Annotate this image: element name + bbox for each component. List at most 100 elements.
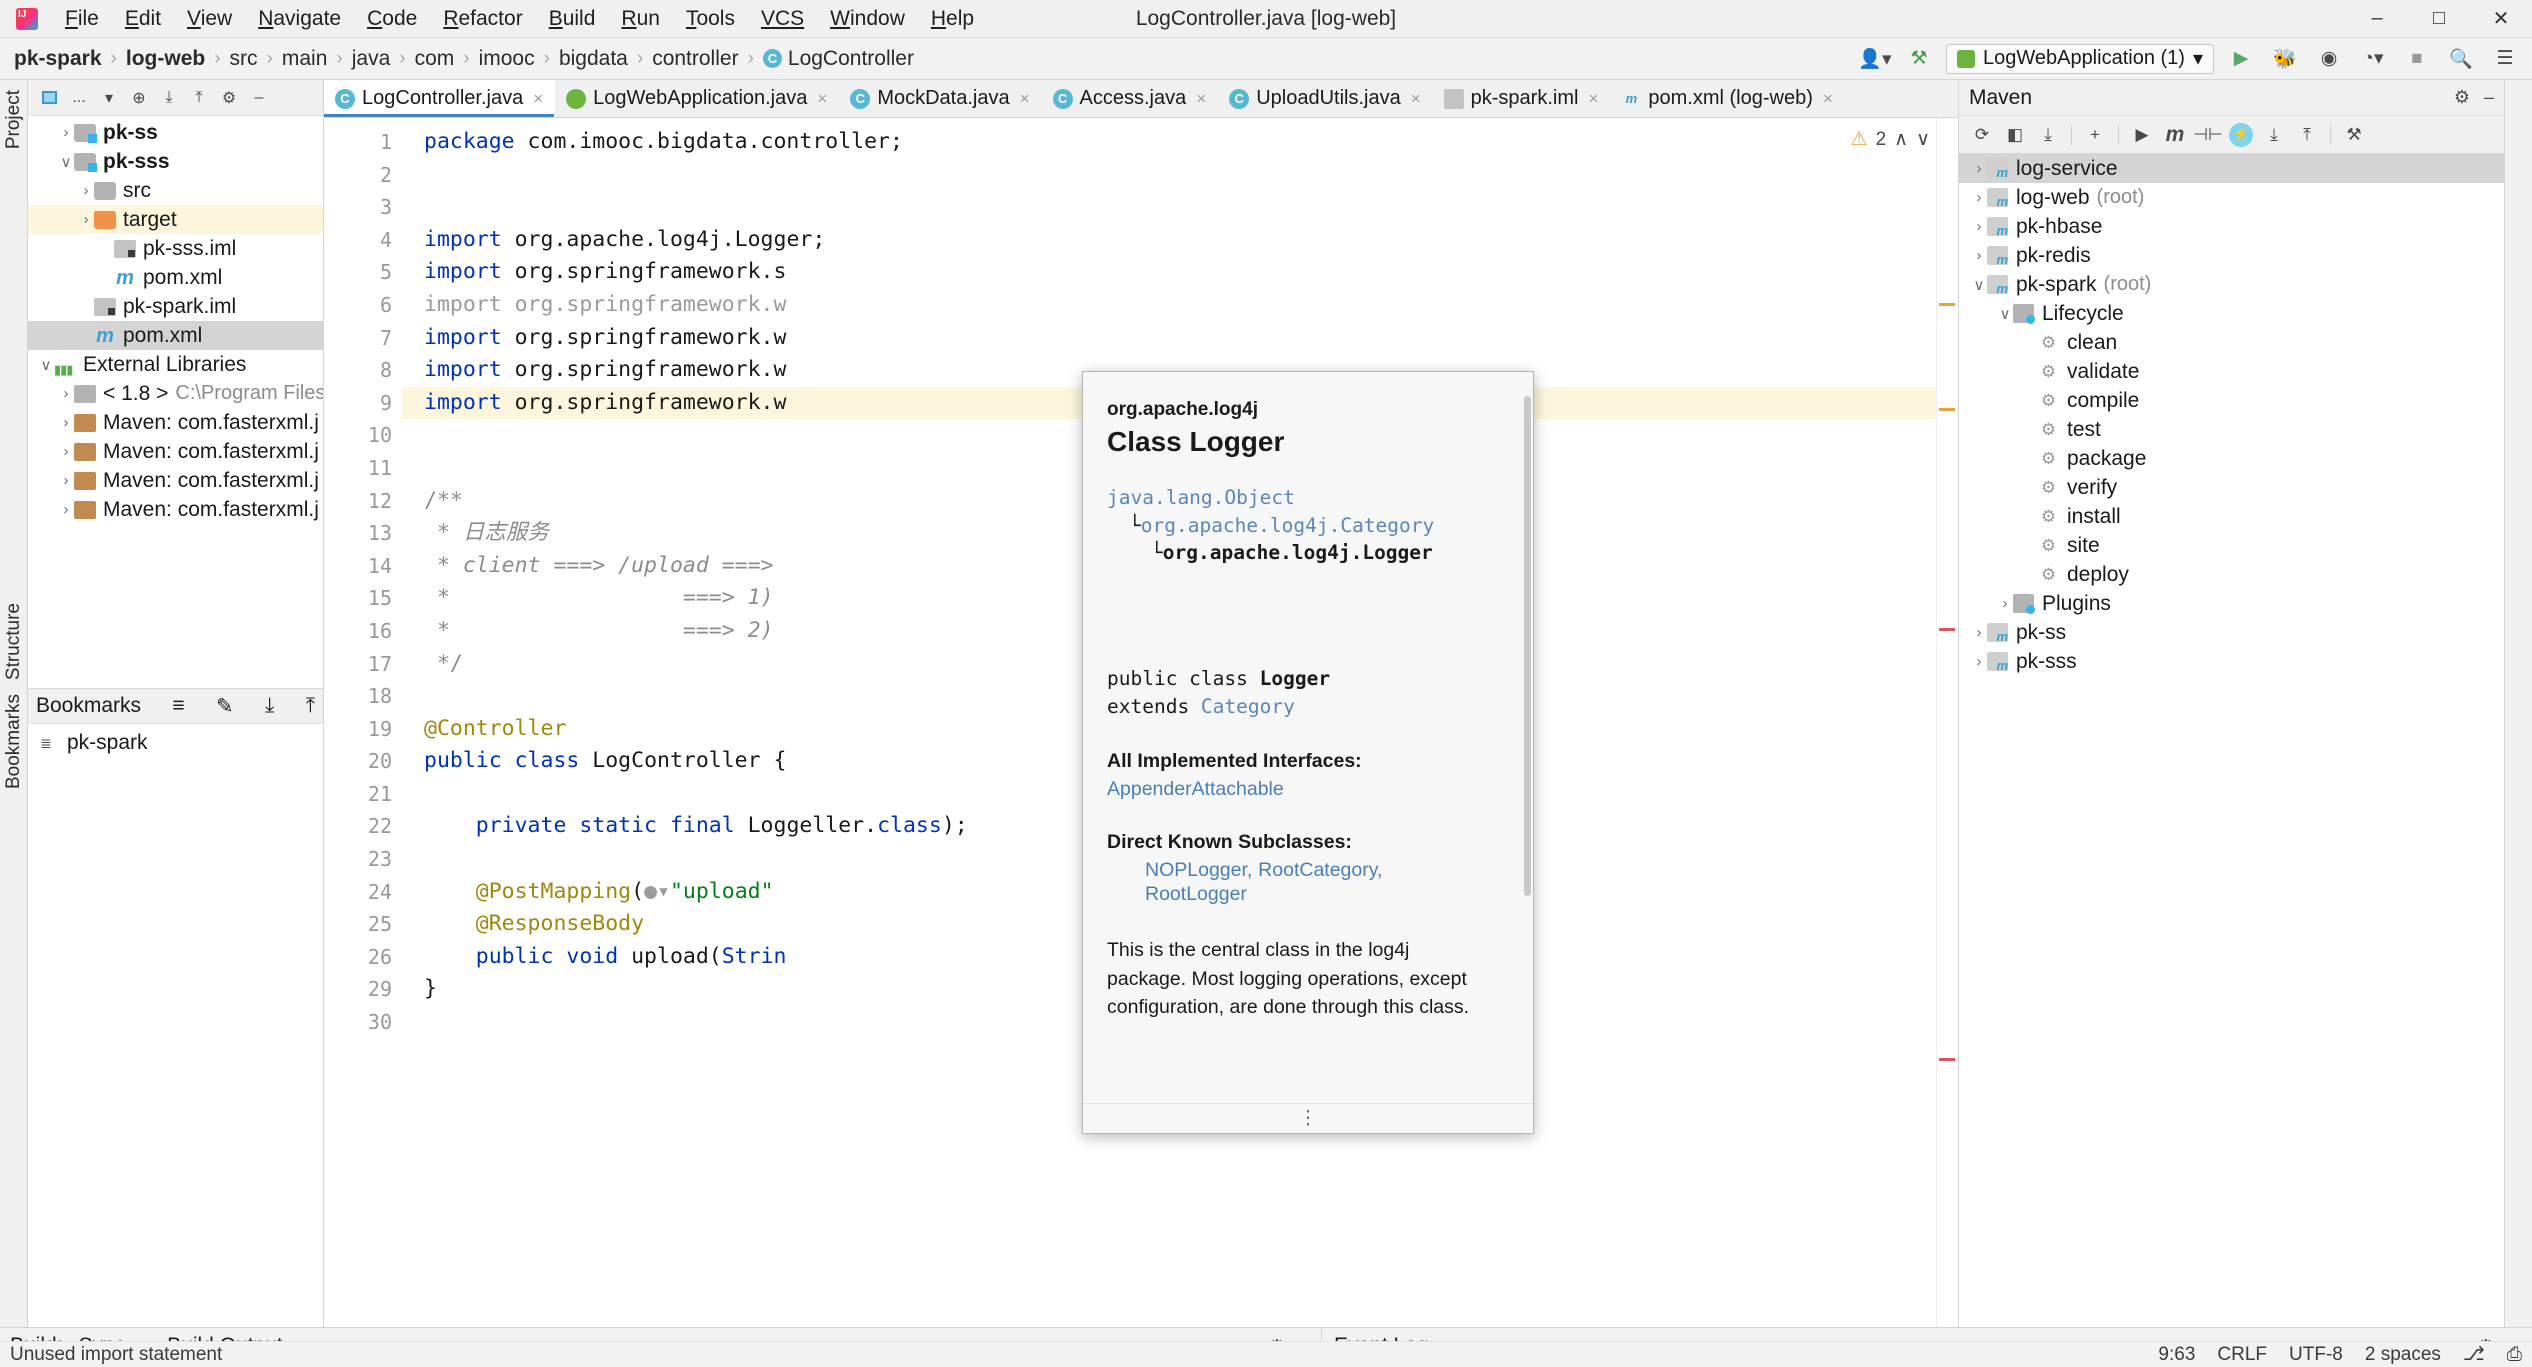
- chevron-down-icon[interactable]: ▾: [2193, 46, 2203, 71]
- project-tree[interactable]: ›pk-ss∨pk-sss›src›target›pk-sss.iml›mpom…: [28, 116, 323, 688]
- maven-tree-row[interactable]: ›⚙ test: [1959, 415, 2504, 444]
- lock-icon[interactable]: ⎙: [2507, 1344, 2522, 1366]
- collapse-all-icon[interactable]: ⤒: [186, 85, 212, 111]
- menu-item-view[interactable]: View: [174, 3, 245, 35]
- expand-arrow-icon[interactable]: ›: [1971, 653, 1987, 670]
- expand-arrow-icon[interactable]: ›: [2023, 450, 2039, 467]
- close-icon[interactable]: ×: [1411, 89, 1421, 109]
- doc-subclass-link-3[interactable]: RootLogger: [1145, 883, 1247, 905]
- expand-arrow-icon[interactable]: ›: [78, 182, 94, 199]
- menu-item-navigate[interactable]: Navigate: [245, 3, 354, 35]
- run-maven-goal-icon[interactable]: ▶: [2127, 120, 2157, 150]
- caret-position[interactable]: 9:63: [2158, 1344, 2195, 1366]
- expand-arrow-icon[interactable]: ›: [78, 327, 94, 344]
- maven-tree-row[interactable]: ›⚙ site: [1959, 531, 2504, 560]
- breadcrumb-item-imooc[interactable]: imooc: [479, 47, 535, 71]
- project-tree-row[interactable]: › < 1.8 > C:\Program Files: [28, 379, 324, 408]
- run-with-coverage-button[interactable]: ◉: [2312, 44, 2346, 74]
- inspection-widget[interactable]: ⚠ 2 ∧ ∨: [1851, 128, 1930, 151]
- menu-bar[interactable]: File Edit View Navigate Code Refactor Build Run…: [52, 3, 987, 35]
- expand-arrow-icon[interactable]: ›: [2023, 508, 2039, 525]
- run-configuration-selector[interactable]: LogWebApplication (1) ▾: [1945, 43, 2214, 74]
- prev-problem-icon[interactable]: ∧: [1894, 128, 1908, 151]
- code-line[interactable]: [402, 191, 1936, 224]
- expand-arrow-icon[interactable]: ›: [1971, 624, 1987, 641]
- skip-tests-icon[interactable]: ⊣⊢: [2193, 120, 2223, 150]
- close-icon[interactable]: ×: [1588, 89, 1598, 109]
- breadcrumb-item-main[interactable]: main: [282, 47, 328, 71]
- code-line[interactable]: ⊖import org.apache.log4j.Logger;: [402, 224, 1936, 257]
- project-toolbar[interactable]: ... ▾ ⊕ ⤓ ⤒ ⚙ –: [28, 80, 323, 116]
- breadcrumb-item-log-web[interactable]: log-web: [126, 47, 205, 71]
- maven-tree-row[interactable]: ›⚙ validate: [1959, 357, 2504, 386]
- execute-maven-goal-icon[interactable]: m: [2160, 120, 2190, 150]
- user-icon[interactable]: 👤▾: [1858, 44, 1892, 74]
- right-tool-strip[interactable]: [2504, 80, 2532, 1327]
- maven-toolbar[interactable]: ⟳ ◧ ⤓ + ▶ m ⊣⊢ ⚡ ⤓ ⤒ ⚒: [1959, 116, 2504, 154]
- expand-arrow-icon[interactable]: ›: [2023, 421, 2039, 438]
- bookmarks-expand-icon[interactable]: ⤓: [265, 694, 274, 718]
- scope-label[interactable]: ...: [66, 85, 92, 111]
- next-problem-icon[interactable]: ∨: [1916, 128, 1930, 151]
- close-icon[interactable]: ×: [1196, 89, 1206, 109]
- bookmarks-collapse-icon[interactable]: ⤒: [306, 694, 315, 718]
- editor-tab-bar[interactable]: C LogController.java × LogWebApplication.ja…: [324, 80, 1958, 118]
- editor-marker-ruler[interactable]: [1936, 118, 1958, 1327]
- expand-arrow-icon[interactable]: ›: [1971, 218, 1987, 235]
- editor-tab-pom-xml-log-web-[interactable]: m pom.xml (log-web) ×: [1610, 80, 1844, 117]
- maven-tree-row[interactable]: ›⚙ verify: [1959, 473, 2504, 502]
- hide-icon[interactable]: –: [2484, 87, 2494, 108]
- file-encoding[interactable]: UTF-8: [2289, 1344, 2343, 1366]
- menu-item-window[interactable]: Window: [817, 3, 918, 35]
- expand-arrow-icon[interactable]: ∨: [38, 356, 54, 374]
- bookmarks-sort-icon[interactable]: ≡: [172, 694, 184, 718]
- menu-item-code[interactable]: Code: [354, 3, 430, 35]
- menu-item-help[interactable]: Help: [918, 3, 987, 35]
- doc-more-icon[interactable]: ⋮: [1299, 1107, 1318, 1130]
- project-tree-row[interactable]: › Maven: com.fasterxml.j: [28, 495, 323, 524]
- expand-arrow-icon[interactable]: ∨: [1997, 305, 2013, 323]
- maven-tree-row[interactable]: › pk-hbase: [1959, 212, 2504, 241]
- add-maven-project-icon[interactable]: +: [2080, 120, 2110, 150]
- breadcrumb-item-com[interactable]: com: [415, 47, 455, 71]
- expand-arrow-icon[interactable]: ›: [78, 211, 94, 228]
- close-icon[interactable]: ×: [817, 89, 827, 109]
- search-icon[interactable]: 🔍: [2444, 44, 2478, 74]
- project-tree-row[interactable]: ›m pom.xml: [28, 321, 323, 350]
- doc-subclass-link-2[interactable]: RootCategory,: [1258, 859, 1382, 881]
- doc-interface-link[interactable]: AppenderAttachable: [1107, 778, 1284, 800]
- offline-mode-icon[interactable]: ⚡: [2226, 120, 2256, 150]
- project-tree-row[interactable]: › Maven: com.fasterxml.j: [28, 408, 323, 437]
- editor-tab-uploadutils-java[interactable]: C UploadUtils.java ×: [1218, 80, 1432, 117]
- profiler-button[interactable]: ◔▾: [2356, 44, 2390, 74]
- expand-arrow-icon[interactable]: ›: [1971, 247, 1987, 264]
- expand-arrow-icon[interactable]: ›: [98, 240, 114, 257]
- reload-all-icon[interactable]: ◧: [2000, 120, 2030, 150]
- expand-all-icon[interactable]: ⤓: [156, 85, 182, 111]
- close-button[interactable]: ✕: [2470, 0, 2532, 38]
- close-icon[interactable]: ×: [1020, 89, 1030, 109]
- expand-arrow-icon[interactable]: ›: [2023, 334, 2039, 351]
- doc-extends-link[interactable]: Category: [1201, 695, 1295, 718]
- project-tree-row[interactable]: › pk-ss: [28, 118, 323, 147]
- project-tree-row[interactable]: › Maven: com.fasterxml.j: [28, 466, 323, 495]
- maven-tree-row[interactable]: ›⚙ compile: [1959, 386, 2504, 415]
- expand-arrow-icon[interactable]: ›: [2023, 392, 2039, 409]
- expand-arrow-icon[interactable]: ›: [2023, 566, 2039, 583]
- debug-button[interactable]: 🐝: [2268, 44, 2302, 74]
- bookmarks-list[interactable]: ≣ pk-spark: [28, 724, 323, 757]
- expand-arrow-icon[interactable]: ›: [2023, 479, 2039, 496]
- expand-arrow-icon[interactable]: ∨: [1971, 276, 1987, 294]
- maven-settings-icon[interactable]: ⚒: [2339, 120, 2369, 150]
- maven-tree[interactable]: › log-service › log-web (root) › pk-hbase › pk-r…: [1959, 154, 2504, 1327]
- menu-item-file[interactable]: File: [52, 3, 112, 35]
- maximize-button[interactable]: □: [2408, 0, 2470, 38]
- maven-tree-row[interactable]: ∨ Lifecycle: [1959, 299, 2504, 328]
- tool-window-structure[interactable]: Structure: [3, 603, 25, 680]
- build-project-icon[interactable]: ⚒: [1902, 44, 1936, 74]
- doc-hierarchy-item[interactable]: java.lang.Object: [1107, 486, 1295, 509]
- gear-icon[interactable]: ⚙: [2454, 87, 2470, 108]
- expand-arrow-icon[interactable]: ›: [2023, 363, 2039, 380]
- editor-viewport[interactable]: 1234567891011121314151617181920✿21222324…: [324, 118, 1958, 1327]
- maven-tree-row[interactable]: ›⚙ deploy: [1959, 560, 2504, 589]
